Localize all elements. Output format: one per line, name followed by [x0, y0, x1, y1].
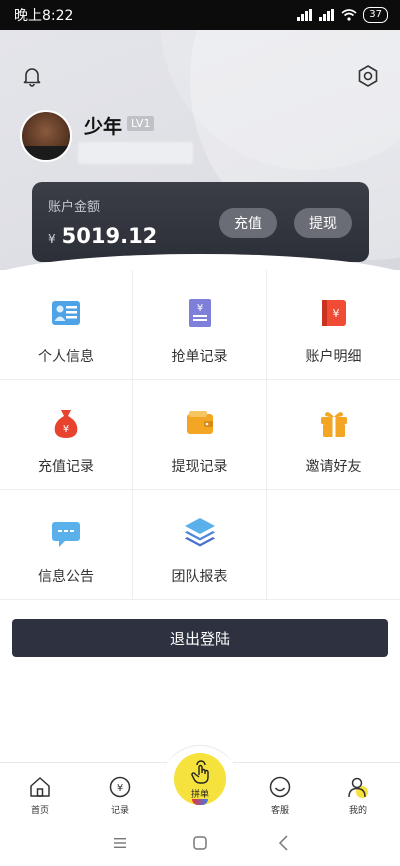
- id-card-icon: [52, 301, 80, 325]
- balance-card: 账户金额 ¥ 5019.12 充值 提现: [32, 182, 369, 262]
- menu-empty-cell: [267, 490, 400, 600]
- menu-announcements[interactable]: 信息公告: [0, 490, 133, 600]
- menu-label: 充值记录: [38, 459, 94, 475]
- menu-personal-info[interactable]: 个人信息: [0, 270, 133, 380]
- record-icon: ¥: [109, 776, 131, 798]
- currency-symbol: ¥: [48, 232, 56, 246]
- balance-value: ¥ 5019.12: [48, 224, 157, 248]
- logout-button[interactable]: 退出登陆: [12, 619, 388, 657]
- signal-hd-icon: [319, 9, 335, 21]
- username: 少年: [84, 116, 123, 138]
- layers-icon: [184, 518, 215, 547]
- order-record-icon: ¥: [188, 299, 211, 327]
- tab-label: 客服: [270, 806, 289, 816]
- status-bar: 晚上8:22 37: [0, 0, 400, 30]
- account-detail-icon: ¥: [321, 300, 346, 326]
- back-icon[interactable]: [274, 833, 294, 853]
- level-badge: LV1: [127, 116, 155, 131]
- tab-label: 记录: [110, 806, 129, 816]
- status-time: 晚上8:22: [14, 8, 74, 24]
- tab-group-buy[interactable]: 拼单: [174, 753, 226, 805]
- tab-label: 我的: [348, 806, 367, 816]
- settings-icon[interactable]: [356, 64, 380, 88]
- message-icon: [52, 522, 80, 547]
- svg-text:¥: ¥: [196, 303, 202, 314]
- menu-grid: 个人信息 ¥ 抢单记录 ¥ 账户明细 ¥ 充值记录 提现记录 邀请好友 信息公告…: [0, 270, 400, 600]
- home-icon: [30, 777, 50, 797]
- wifi-icon: [341, 9, 357, 21]
- menu-label: 账户明细: [305, 349, 362, 365]
- menu-icon[interactable]: [110, 833, 130, 853]
- masked-info: [78, 142, 193, 164]
- svg-text:¥: ¥: [117, 783, 123, 794]
- menu-label: 提现记录: [171, 459, 228, 475]
- balance-label: 账户金额: [48, 200, 101, 215]
- menu-label: 抢单记录: [171, 349, 228, 365]
- avatar[interactable]: [20, 110, 72, 162]
- wallet-icon: [186, 411, 213, 434]
- status-icons: 37: [297, 7, 388, 23]
- tab-label: 首页: [30, 806, 49, 816]
- smile-icon: [269, 776, 291, 798]
- menu-label: 邀请好友: [305, 459, 362, 475]
- tab-record[interactable]: ¥ 记录: [90, 763, 150, 821]
- menu-invite-friends[interactable]: 邀请好友: [267, 380, 400, 490]
- gift-icon: [320, 412, 347, 437]
- home-square-icon[interactable]: [190, 833, 210, 853]
- menu-label: 个人信息: [38, 349, 94, 365]
- user-icon: [348, 777, 368, 798]
- menu-label: 信息公告: [38, 569, 94, 585]
- menu-account-detail[interactable]: ¥ 账户明细: [267, 270, 400, 380]
- menu-withdraw-record[interactable]: 提现记录: [133, 380, 267, 490]
- balance-amount: 5019.12: [61, 224, 158, 248]
- menu-order-record[interactable]: ¥ 抢单记录: [133, 270, 267, 380]
- svg-text:¥: ¥: [332, 307, 339, 320]
- battery-icon: 37: [363, 7, 388, 23]
- recharge-button[interactable]: 充值: [219, 208, 277, 238]
- tab-home[interactable]: 首页: [10, 763, 70, 821]
- bell-icon[interactable]: [20, 64, 44, 88]
- money-bag-icon: ¥: [54, 410, 78, 438]
- hand-tap-icon: [191, 760, 209, 784]
- tab-service[interactable]: 客服: [250, 763, 310, 821]
- withdraw-button[interactable]: 提现: [294, 208, 352, 238]
- signal-icon: [297, 9, 313, 21]
- svg-text:¥: ¥: [63, 424, 69, 435]
- menu-label: 团队报表: [171, 569, 228, 585]
- tab-mine[interactable]: 我的: [328, 763, 388, 821]
- menu-team-report[interactable]: 团队报表: [133, 490, 267, 600]
- menu-recharge-record[interactable]: ¥ 充值记录: [0, 380, 133, 490]
- system-nav-bar: [0, 820, 400, 866]
- profile-header: 少年 LV1 账户金额 ¥ 5019.12 充值 提现: [0, 30, 400, 270]
